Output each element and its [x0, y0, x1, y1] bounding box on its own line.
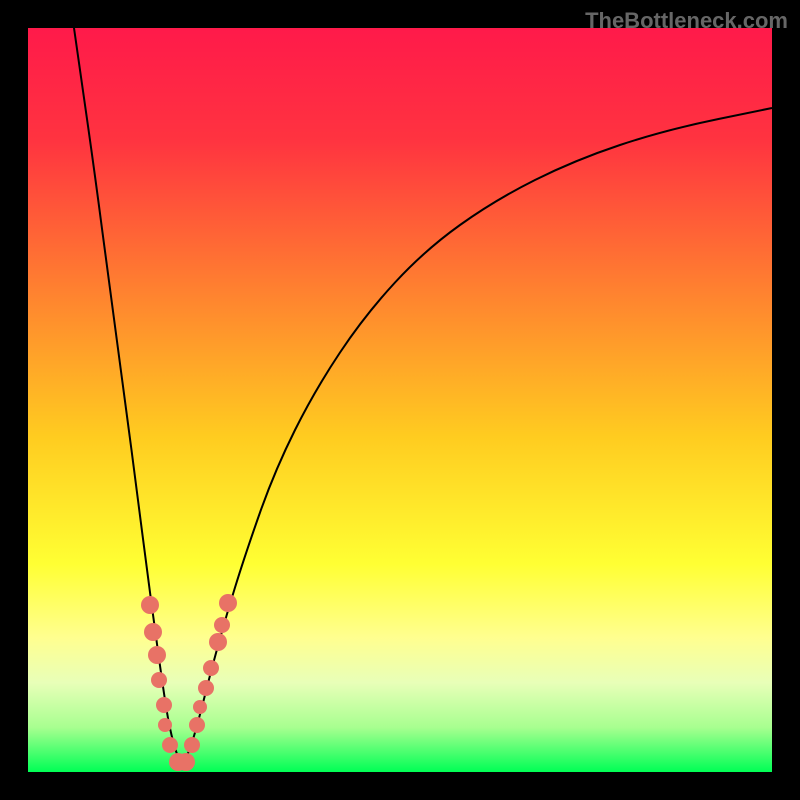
data-point — [214, 617, 230, 633]
data-point — [162, 737, 178, 753]
data-point — [209, 633, 227, 651]
data-point — [193, 700, 207, 714]
plot-background — [28, 28, 772, 772]
data-point — [151, 672, 167, 688]
data-point — [156, 697, 172, 713]
data-point — [148, 646, 166, 664]
data-point — [219, 594, 237, 612]
data-point — [203, 660, 219, 676]
bottleneck-chart — [0, 0, 800, 800]
data-point — [177, 753, 195, 771]
data-point — [198, 680, 214, 696]
data-point — [141, 596, 159, 614]
watermark-text: TheBottleneck.com — [585, 8, 788, 34]
data-point — [144, 623, 162, 641]
chart-container: TheBottleneck.com — [0, 0, 800, 800]
data-point — [184, 737, 200, 753]
data-point — [158, 718, 172, 732]
data-point — [189, 717, 205, 733]
